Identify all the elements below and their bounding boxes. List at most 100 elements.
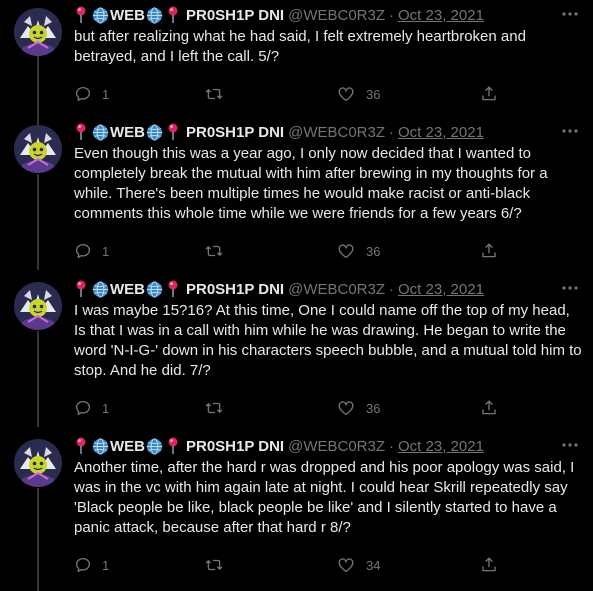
retweet-icon (205, 88, 223, 100)
reply-count: 1 (102, 557, 110, 573)
tweet-date[interactable]: Oct 23, 2021 (398, 7, 484, 24)
round-pushpin-icon (76, 280, 86, 297)
tweet-text: but after realizing what he had said, I … (74, 28, 526, 65)
round-pushpin-icon (76, 6, 86, 23)
tweet-header: WEB PR0SH1P DNI @WEBC0R3Z · Oct 23, 2021 (74, 5, 553, 25)
display-name-suffix: PR0SH1P DNI (186, 280, 285, 298)
tweet[interactable]: WEB PR0SH1P DNI @WEBC0R3Z · Oct 23, 2021 (0, 274, 593, 431)
separator-dot: · (389, 437, 395, 455)
share-icon (482, 400, 496, 415)
display-name[interactable]: WEB PR0SH1P DNI (74, 280, 284, 298)
round-pushpin-icon (168, 6, 178, 23)
share-button[interactable] (480, 242, 508, 260)
heart-icon (338, 244, 354, 259)
display-name[interactable]: WEB PR0SH1P DNI (74, 123, 284, 141)
avatar-image (14, 282, 62, 330)
tweet-header: WEB PR0SH1P DNI @WEBC0R3Z · Oct 23, 2021 (74, 279, 553, 299)
avatar-image (14, 439, 62, 487)
like-count: 34 (366, 557, 381, 573)
tweet-text: I was maybe 15?16? At this time, One I c… (74, 302, 582, 379)
reply-button[interactable]: 1 (74, 399, 109, 417)
tweet-actions: 1 36 (74, 399, 524, 419)
tweet[interactable]: WEB PR0SH1P DNI @WEBC0R3Z · Oct 23, 2021 (0, 431, 593, 588)
retweet-icon (205, 559, 223, 571)
retweet-icon (205, 245, 223, 257)
round-pushpin-icon (76, 437, 86, 454)
reply-count: 1 (102, 86, 110, 102)
heart-icon (338, 87, 354, 102)
more-options-icon[interactable] (561, 439, 579, 451)
like-count: 36 (366, 243, 381, 259)
globe-icon (92, 437, 109, 455)
user-handle[interactable]: @WEBC0R3Z (288, 124, 385, 141)
reply-count: 1 (102, 243, 110, 259)
globe-icon (146, 123, 163, 141)
reply-count: 1 (102, 400, 110, 416)
display-name[interactable]: WEB PR0SH1P DNI (74, 6, 284, 24)
reply-button[interactable]: 1 (74, 556, 109, 574)
like-count: 36 (366, 400, 381, 416)
share-button[interactable] (480, 399, 508, 417)
globe-icon (146, 280, 163, 298)
tweet[interactable]: WEB PR0SH1P DNI @WEBC0R3Z · Oct 23, 2021 (0, 117, 593, 274)
reply-button[interactable]: 1 (74, 242, 109, 260)
tweet-date[interactable]: Oct 23, 2021 (398, 124, 484, 141)
globe-icon (92, 6, 109, 24)
like-button[interactable]: 36 (336, 242, 380, 260)
reply-icon (75, 86, 91, 102)
retweet-button[interactable] (204, 399, 234, 417)
reply-icon (75, 557, 91, 573)
globe-icon (146, 437, 163, 455)
more-options-icon[interactable] (561, 8, 579, 20)
user-handle[interactable]: @WEBC0R3Z (288, 438, 385, 455)
share-icon (482, 243, 496, 258)
globe-icon (146, 6, 163, 24)
separator-dot: · (389, 280, 395, 298)
tweet-header: WEB PR0SH1P DNI @WEBC0R3Z · Oct 23, 2021 (74, 436, 553, 456)
more-options-icon[interactable] (561, 282, 579, 294)
tweet-header: WEB PR0SH1P DNI @WEBC0R3Z · Oct 23, 2021 (74, 122, 553, 142)
avatar[interactable] (14, 282, 62, 330)
display-name-suffix: PR0SH1P DNI (186, 123, 285, 141)
display-name-text: WEB (110, 6, 145, 24)
globe-icon (92, 280, 109, 298)
tweet-text: Another time, after the hard r was dropp… (74, 459, 575, 536)
display-name-text: WEB (110, 437, 145, 455)
like-button[interactable]: 36 (336, 399, 380, 417)
avatar[interactable] (14, 125, 62, 173)
separator-dot: · (389, 6, 395, 24)
share-button[interactable] (480, 85, 508, 103)
heart-icon (338, 558, 354, 573)
retweet-icon (205, 402, 223, 414)
like-button[interactable]: 34 (336, 556, 380, 574)
share-icon (482, 557, 496, 572)
more-options-icon[interactable] (561, 125, 579, 137)
avatar[interactable] (14, 8, 62, 56)
retweet-button[interactable] (204, 242, 234, 260)
reply-button[interactable]: 1 (74, 85, 109, 103)
separator-dot: · (389, 123, 395, 141)
like-count: 36 (366, 86, 381, 102)
globe-icon (92, 123, 109, 141)
tweet-actions: 1 36 (74, 242, 524, 262)
round-pushpin-icon (76, 123, 86, 140)
heart-icon (338, 401, 354, 416)
tweet-text: Even though this was a year ago, I only … (74, 145, 548, 222)
reply-icon (75, 243, 91, 259)
avatar[interactable] (14, 439, 62, 487)
avatar-image (14, 125, 62, 173)
share-button[interactable] (480, 556, 508, 574)
retweet-button[interactable] (204, 556, 234, 574)
display-name-text: WEB (110, 123, 145, 141)
round-pushpin-icon (168, 437, 178, 454)
tweet-date[interactable]: Oct 23, 2021 (398, 438, 484, 455)
tweet-date[interactable]: Oct 23, 2021 (398, 281, 484, 298)
user-handle[interactable]: @WEBC0R3Z (288, 281, 385, 298)
avatar-image (14, 8, 62, 56)
user-handle[interactable]: @WEBC0R3Z (288, 7, 385, 24)
display-name[interactable]: WEB PR0SH1P DNI (74, 437, 284, 455)
retweet-button[interactable] (204, 85, 234, 103)
tweet-actions: 1 34 (74, 556, 524, 576)
like-button[interactable]: 36 (336, 85, 380, 103)
display-name-suffix: PR0SH1P DNI (186, 437, 285, 455)
